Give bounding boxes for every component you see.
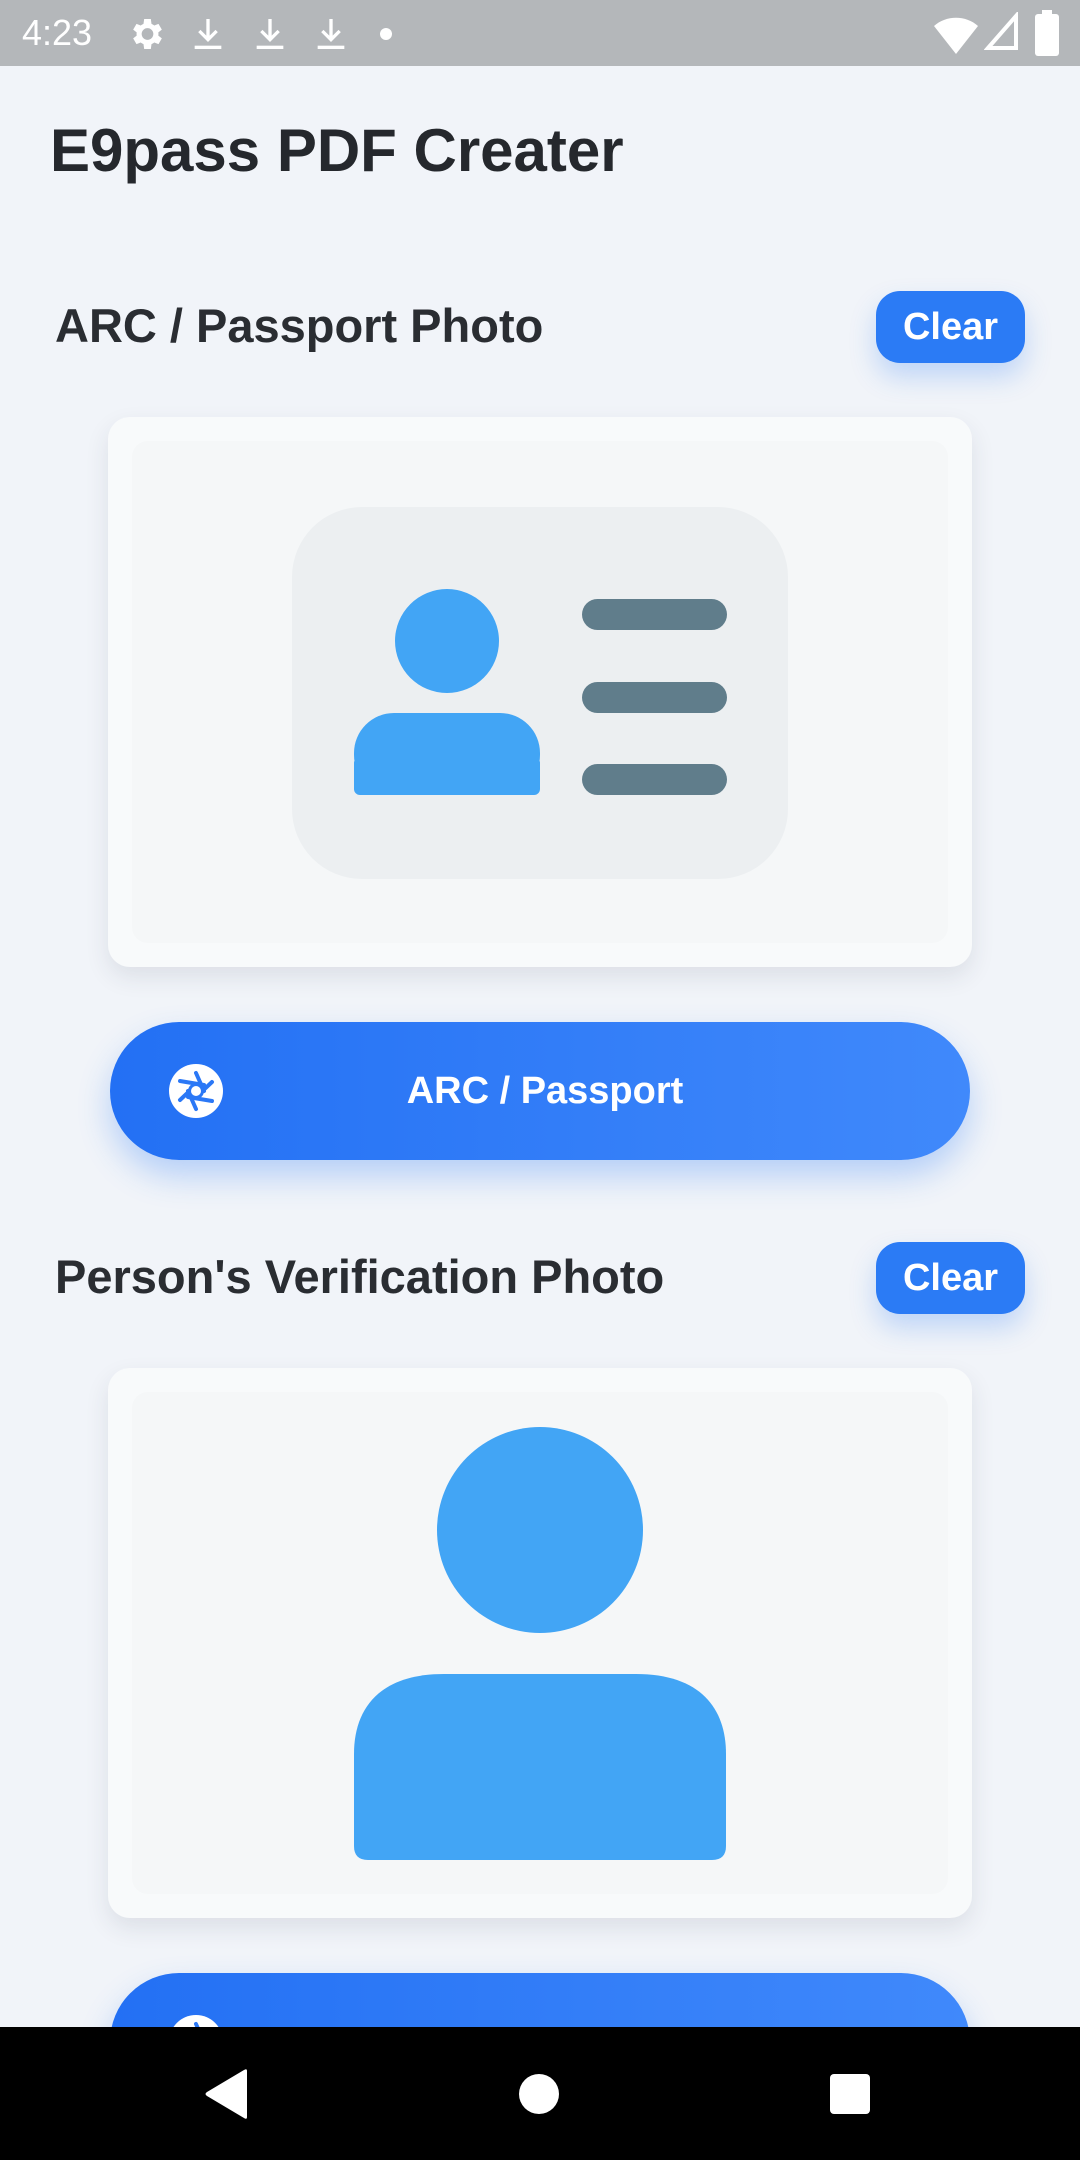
status-time: 4:23 [22, 12, 93, 53]
verification-photo-card[interactable] [108, 1368, 972, 1918]
wifi-icon [934, 17, 978, 54]
home-icon[interactable] [518, 2073, 560, 2115]
battery-icon [1035, 10, 1059, 56]
id-card-icon [292, 507, 788, 879]
signal-icon [984, 12, 1018, 50]
download-icon [256, 19, 284, 49]
arc-passport-capture-button[interactable]: ARC / Passport [110, 1022, 970, 1160]
gear-icon [133, 19, 162, 49]
dot-icon [380, 28, 392, 40]
arc-passport-photo-card[interactable] [108, 417, 972, 967]
status-bar: 4:23 [0, 0, 1080, 66]
person-icon [354, 1427, 726, 1860]
arc-passport-clear-button[interactable]: Clear [876, 291, 1025, 363]
back-icon[interactable] [203, 2068, 249, 2120]
arc-passport-button-label: ARC / Passport [406, 1070, 684, 1112]
screen: 4:23 E9pass PDF Creater ARC / Passport P [0, 0, 1080, 2160]
verification-section-title: Person's Verification Photo [55, 1250, 665, 1303]
recents-icon[interactable] [829, 2073, 871, 2115]
download-icon [317, 19, 345, 49]
arc-passport-section-title: ARC / Passport Photo [55, 299, 544, 352]
verification-clear-button[interactable]: Clear [876, 1242, 1025, 1314]
app-title: E9pass PDF Creater [50, 117, 624, 184]
download-icon [194, 19, 222, 49]
navigation-bar [0, 2027, 1080, 2160]
